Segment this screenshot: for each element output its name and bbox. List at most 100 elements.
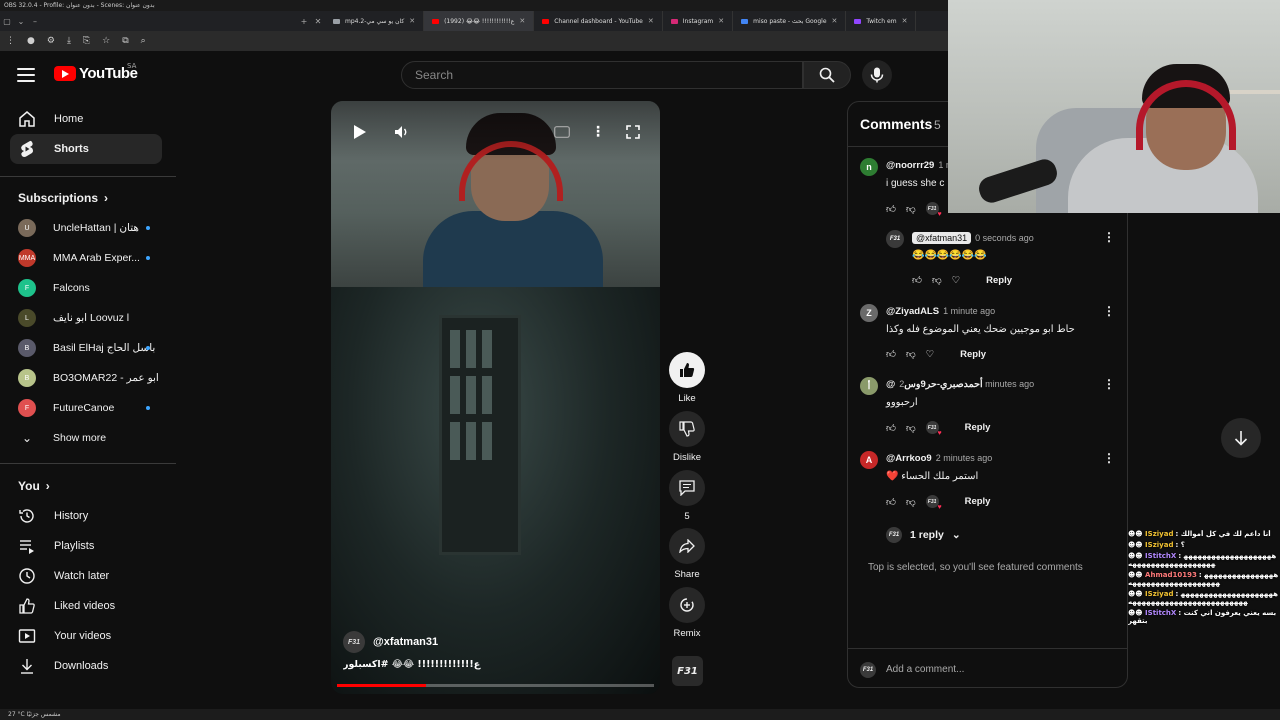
comment-author[interactable]: @xfatman31 0 seconds ago xyxy=(912,232,1034,244)
sidebar-item-history[interactable]: History xyxy=(10,501,162,531)
browser-tab[interactable]: miso paste - بحث Google ✕ xyxy=(733,11,847,31)
share-button[interactable]: Share xyxy=(667,528,707,580)
volume-icon[interactable] xyxy=(391,121,413,143)
close-tab-icon[interactable]: ✕ xyxy=(902,17,908,25)
more-options-icon[interactable]: ⋮ xyxy=(587,121,609,143)
youtube-logo[interactable]: YouTube xyxy=(54,65,138,82)
bookmark-icon[interactable]: ☆ xyxy=(102,36,110,46)
sidebar-item-your-videos[interactable]: Your videos xyxy=(10,621,162,651)
fullscreen-icon[interactable] xyxy=(622,121,644,143)
search-input[interactable]: Search xyxy=(401,61,803,89)
close-tab-icon[interactable]: ✕ xyxy=(519,17,525,25)
hamburger-menu-icon[interactable] xyxy=(17,68,35,82)
sidebar-subscription-item[interactable]: L ابو نايف Loovuz l xyxy=(10,303,162,333)
thumbs-up-icon[interactable]: 👍︎ xyxy=(886,496,896,508)
reply-button[interactable]: Reply xyxy=(986,275,1012,286)
remix-button[interactable]: Remix xyxy=(667,587,707,639)
sidebar-item-liked-videos[interactable]: Liked videos xyxy=(10,591,162,621)
thumbs-down-icon[interactable]: 👎︎ xyxy=(906,348,916,360)
extensions-icon[interactable]: ⚙ xyxy=(47,36,55,46)
sound-thumbnail[interactable]: F31 xyxy=(672,656,703,686)
new-content-dot xyxy=(146,406,150,410)
reply-button[interactable]: Reply xyxy=(960,349,986,360)
comment-avatar[interactable]: أ xyxy=(860,377,878,395)
close-tab-icon[interactable]: ✕ xyxy=(832,17,838,25)
short-channel[interactable]: F31 @xfatman31 xyxy=(343,631,438,653)
sidebar-subscription-item[interactable]: B Basil ElHaj باسل الحاج xyxy=(10,333,162,363)
thumbs-down-icon[interactable]: 👎︎ xyxy=(906,422,916,434)
share-icon[interactable]: ⎘ xyxy=(83,36,90,46)
tab-label: ع!!!!!!!!!!!! 😂😂 (1992) xyxy=(444,17,515,25)
sidebar-subscription-item[interactable]: F Falcons xyxy=(10,273,162,303)
more-options-icon[interactable]: ⋮ xyxy=(1103,304,1115,318)
thumbs-down-icon[interactable]: 👎︎ xyxy=(906,496,916,508)
more-options-icon[interactable]: ⋮ xyxy=(1103,377,1115,391)
screenshot-icon[interactable]: ⧉ xyxy=(122,36,128,46)
you-heading[interactable]: You › xyxy=(18,479,50,493)
heart-icon[interactable]: ♡ xyxy=(926,349,935,360)
comment-avatar[interactable]: A xyxy=(860,451,878,469)
next-short-button[interactable] xyxy=(1221,418,1261,458)
sidebar-item-downloads[interactable]: Downloads xyxy=(10,651,162,681)
subscriptions-heading[interactable]: Subscriptions › xyxy=(18,191,108,205)
browser-tab[interactable]: Twitch em ✕ xyxy=(846,11,917,31)
sidebar-subscription-item[interactable]: MMA MMA Arab Exper... xyxy=(10,243,162,273)
reply-button[interactable]: Reply xyxy=(965,422,991,433)
tab-search-icon[interactable]: ⌄ xyxy=(14,17,28,26)
captions-icon[interactable] xyxy=(551,121,573,143)
window-menu-icon[interactable]: ▢ xyxy=(0,17,14,26)
thumbs-up-icon[interactable]: 👍︎ xyxy=(886,348,896,360)
sidebar-item-shorts[interactable]: Shorts xyxy=(10,134,162,164)
browser-tab[interactable]: mp4.2-كان يو سي مي ✕ xyxy=(325,11,425,31)
like-button[interactable]: Like xyxy=(667,352,707,404)
close-tab-icon[interactable]: ✕ xyxy=(311,17,325,26)
sidebar-subscription-item[interactable]: B BO3OMAR22 - ابو عمر xyxy=(10,363,162,393)
heart-icon[interactable]: ♡ xyxy=(952,275,961,286)
short-title[interactable]: ع!!!!!!!!!!!!! 😂😂 #اكسبلور xyxy=(343,659,643,670)
sidebar-subscription-item[interactable]: F FutureCanoe xyxy=(10,393,162,423)
browser-tab[interactable]: Instagram ✕ xyxy=(663,11,734,31)
thumbs-down-icon[interactable]: 👎︎ xyxy=(932,274,942,286)
profile-icon[interactable]: ● xyxy=(27,36,35,46)
thumbs-up-icon[interactable]: 👍︎ xyxy=(886,422,896,434)
new-tab-button[interactable]: + xyxy=(297,17,311,26)
thumbs-up-icon[interactable]: 👍︎ xyxy=(886,203,896,215)
sidebar-toggle-icon[interactable]: ⋮ xyxy=(6,36,15,46)
show-more-button[interactable]: ⌄ Show more xyxy=(10,423,162,453)
dislike-button[interactable]: Dislike xyxy=(667,411,707,463)
zoom-icon[interactable]: ⌕ xyxy=(141,36,146,46)
view-replies-button[interactable]: F31 1 reply ⌄ xyxy=(886,527,961,543)
sidebar-item-playlists[interactable]: Playlists xyxy=(10,531,162,561)
channel-avatar[interactable]: F31 xyxy=(343,631,365,653)
comments-button[interactable]: 5 xyxy=(667,470,707,522)
close-tab-icon[interactable]: ✕ xyxy=(409,17,415,25)
add-comment-input[interactable]: Add a comment... xyxy=(886,664,964,675)
comment-avatar[interactable]: n xyxy=(860,158,878,176)
search-button[interactable] xyxy=(803,61,851,89)
sidebar-item-home[interactable]: Home xyxy=(10,104,162,134)
shorts-player[interactable]: ⋮ F31 @xfatman31 ع!!!!!!!!!!!!! 😂😂 #اكسب… xyxy=(331,101,660,694)
comment-avatar[interactable]: F31 xyxy=(886,230,904,248)
thumbs-down-icon[interactable]: 👎︎ xyxy=(906,203,916,215)
reply-button[interactable]: Reply xyxy=(965,496,991,507)
comment-author[interactable]: @أحمدصبري-حر9وس2 minutes ago xyxy=(886,379,1034,390)
comment-author[interactable]: @Arrkoo9 2 minutes ago xyxy=(886,453,992,464)
close-tab-icon[interactable]: ✕ xyxy=(648,17,654,25)
comment-avatar[interactable]: Z xyxy=(860,304,878,322)
browser-tab[interactable]: Channel dashboard - YouTube ✕ xyxy=(534,11,663,31)
sidebar-subscription-item[interactable]: U UncleHattan | هتان xyxy=(10,213,162,243)
thumbs-up-icon[interactable]: 👍︎ xyxy=(912,274,922,286)
more-options-icon[interactable]: ⋮ xyxy=(1103,230,1115,244)
comment-author[interactable]: @ZiyadALS 1 minute ago xyxy=(886,306,995,317)
download-icon[interactable]: ⤓ xyxy=(67,36,71,46)
play-icon[interactable] xyxy=(349,121,371,143)
channel-handle[interactable]: @xfatman31 xyxy=(373,636,438,648)
more-options-icon[interactable]: ⋮ xyxy=(1103,451,1115,465)
sidebar-item-label: Downloads xyxy=(54,660,109,672)
progress-bar[interactable] xyxy=(337,684,654,687)
browser-tab[interactable]: ع!!!!!!!!!!!! 😂😂 (1992) ✕ xyxy=(424,11,535,31)
minimize-icon[interactable]: – xyxy=(28,17,42,26)
sidebar-item-watch-later[interactable]: Watch later xyxy=(10,561,162,591)
close-tab-icon[interactable]: ✕ xyxy=(718,17,724,25)
voice-search-button[interactable] xyxy=(862,60,892,90)
